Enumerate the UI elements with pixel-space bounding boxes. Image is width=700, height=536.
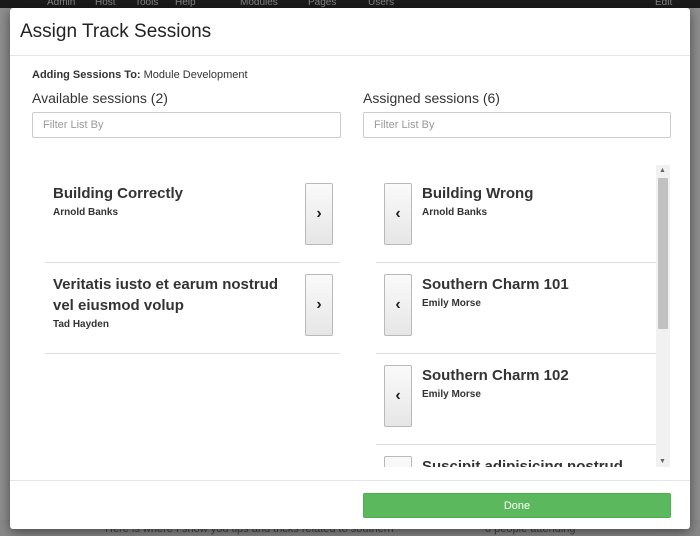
modal-title: Assign Track Sessions (20, 21, 212, 42)
session-speaker: Emily Morse (422, 389, 481, 400)
session-title: Building Correctly (53, 185, 184, 202)
chevron-left-icon: ‹ (395, 296, 401, 313)
assigned-session-item: ‹ Southern Charm 102 Emily Morse (376, 354, 656, 445)
available-sessions-list: Building Correctly Arnold Banks › Verita… (45, 172, 340, 354)
done-button[interactable]: Done (363, 493, 671, 518)
available-session-item: Building Correctly Arnold Banks › (45, 172, 340, 263)
scrollbar-thumb[interactable] (658, 178, 668, 329)
assigned-session-item: ‹ Building Wrong Arnold Banks (376, 172, 656, 263)
background-nav-item: Users (368, 0, 395, 8)
chevron-left-icon: ‹ (395, 205, 401, 222)
assigned-session-item: ‹ Southern Charm 101 Emily Morse (376, 263, 656, 354)
available-filter-input[interactable] (32, 112, 341, 138)
background-nav-item: Pages (308, 0, 337, 8)
adding-sessions-to: Adding Sessions To: Module Development (32, 69, 248, 81)
chevron-right-icon: › (316, 205, 322, 222)
assigned-sessions-heading: Assigned sessions (6) (363, 90, 500, 106)
session-title: Southern Charm 102 (422, 367, 569, 384)
background-nav-item: Help (175, 0, 196, 8)
unassign-session-button[interactable]: ‹ (384, 365, 412, 427)
assigned-list-scrollbar[interactable]: ▲ ▼ (656, 165, 670, 467)
background-nav-item: Host (95, 0, 116, 8)
session-title: Southern Charm 101 (422, 276, 569, 293)
assigned-sessions-list: ‹ Building Wrong Arnold Banks ‹ Southern… (376, 172, 656, 467)
assign-track-sessions-dialog: Assign Track Sessions Adding Sessions To… (10, 8, 690, 529)
unassign-session-button[interactable]: ‹ (384, 183, 412, 245)
scroll-up-icon[interactable]: ▲ (659, 167, 666, 174)
adding-value: Module Development (143, 69, 248, 81)
session-speaker: Arnold Banks (422, 207, 488, 218)
background-navbar: Admin Host Tools Help Modules Pages Users Edit (0, 0, 700, 8)
chevron-right-icon: › (316, 296, 322, 313)
available-sessions-heading: Available sessions (2) (32, 90, 168, 106)
session-speaker: Emily Morse (422, 298, 481, 309)
assign-session-button[interactable]: › (305, 183, 333, 245)
unassign-session-button[interactable]: ‹ (384, 274, 412, 336)
background-page-left (0, 8, 10, 536)
session-title: Veritatis iusto et earum nostrud vel eiu… (53, 276, 279, 314)
chevron-left-icon: ‹ (395, 387, 401, 404)
session-title: Building Wrong (422, 185, 534, 202)
available-session-item: Veritatis iusto et earum nostrud vel eiu… (45, 263, 340, 354)
background-nav-item: Tools (135, 0, 159, 8)
session-speaker: Arnold Banks (53, 207, 119, 218)
modal-footer: Done (10, 480, 690, 529)
background-nav-item: Modules (240, 0, 278, 8)
session-speaker: Tad Hayden (53, 319, 109, 330)
modal-header: Assign Track Sessions (10, 8, 690, 56)
background-nav-item: Admin (47, 0, 76, 8)
adding-label: Adding Sessions To: (32, 69, 141, 81)
background-page-right (690, 8, 700, 536)
assigned-filter-input[interactable] (363, 112, 671, 138)
assigned-session-item: Suscipit adipisicing nostrud (376, 445, 656, 467)
assign-session-button[interactable]: › (305, 274, 333, 336)
unassign-session-button[interactable] (384, 456, 412, 467)
session-title: Suscipit adipisicing nostrud (422, 458, 623, 467)
scroll-down-icon[interactable]: ▼ (659, 458, 666, 465)
background-nav-item: Edit (655, 0, 673, 8)
